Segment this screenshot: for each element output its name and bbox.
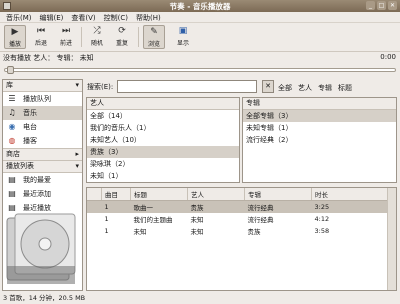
column-album[interactable]: 专辑 — [244, 188, 312, 201]
sidebar-item-music[interactable]: ♫ 音乐 — [3, 106, 82, 120]
column-title[interactable]: 标题 — [130, 188, 188, 201]
music-icon: ♫ — [8, 108, 16, 117]
album-row[interactable]: 全部专辑（3） — [243, 110, 396, 122]
sidebar-item-queue[interactable]: ☰ 播放队列 — [3, 92, 82, 106]
window-title: 节奏 - 音乐播放器 — [169, 2, 231, 11]
filter-all[interactable]: 全部 — [278, 83, 292, 93]
previous-button[interactable]: ⏮ 后退 — [30, 25, 52, 49]
playlist-icon: ▤ — [8, 175, 16, 184]
column-playing[interactable] — [87, 188, 102, 201]
now-playing-text: 没有播放 艺人： 专辑： 未知 — [3, 54, 94, 62]
collapse-icon: ▾ — [75, 162, 79, 170]
library-header[interactable]: 库 ▾ — [3, 80, 82, 92]
sidebar-item-podcast[interactable]: ◍ 播客 — [3, 134, 82, 148]
window-titlebar[interactable]: 节奏 - 音乐播放器 _ □ ✕ — [0, 0, 400, 12]
artist-row[interactable]: 未知（1） — [87, 170, 239, 182]
maximize-button[interactable]: □ — [377, 1, 386, 10]
clear-search-button[interactable]: ✕ — [262, 80, 274, 93]
sidebar-item-playlist[interactable]: ▤ 我的最爱 — [3, 173, 82, 187]
shuffle-button[interactable]: ⤮ 随机 — [86, 25, 108, 49]
filter-title[interactable]: 标题 — [338, 83, 352, 93]
search-input[interactable] — [117, 80, 257, 93]
artist-row[interactable]: 我们的音乐人（1） — [87, 122, 239, 134]
visualization-button[interactable]: ▣ 显示 — [172, 25, 194, 49]
track-list: 曲目 标题 艺人 专辑 时长 1 歌曲一 贵族 流行经典 3:25 1 我们的主… — [86, 187, 397, 291]
next-button[interactable]: ⏭ 前进 — [55, 25, 77, 49]
play-icon: ▶ — [11, 27, 19, 37]
table-row[interactable]: 1 未知 未知 贵族 3:58 — [87, 225, 396, 237]
seek-handle[interactable] — [7, 66, 14, 74]
album-header[interactable]: 专辑 — [243, 98, 396, 110]
radio-icon: ◉ — [8, 122, 16, 131]
repeat-icon: ⟳ — [118, 26, 126, 36]
collapse-icon: ▾ — [75, 81, 79, 89]
menu-music[interactable]: 音乐(M) — [2, 12, 36, 22]
status-bar: 3 首歌，14 分钟，20.5 MB — [0, 292, 400, 304]
browse-button[interactable]: ✎ 浏览 — [143, 25, 165, 49]
album-row[interactable]: 流行经典（2） — [243, 134, 396, 146]
column-track-number[interactable]: 曲目 — [101, 188, 131, 201]
artist-row[interactable]: 全部（14） — [87, 110, 239, 122]
filter-artist[interactable]: 艺人 — [298, 83, 312, 93]
podcast-icon: ◍ — [8, 136, 16, 145]
column-artist[interactable]: 艺人 — [187, 188, 245, 201]
elapsed-time: 0:00 — [380, 53, 396, 61]
artist-row[interactable]: 未知艺人（10） — [87, 134, 239, 146]
album-row[interactable]: 未知专辑（1） — [243, 122, 396, 134]
stores-section[interactable]: 商店 ▸ — [3, 148, 82, 161]
visualization-icon: ▣ — [178, 26, 188, 36]
menu-edit[interactable]: 编辑(E) — [36, 12, 68, 22]
artist-row[interactable]: 贵族（3） — [87, 146, 239, 158]
repeat-button[interactable]: ⟳ 重复 — [111, 25, 133, 49]
menu-help[interactable]: 帮助(H) — [132, 12, 165, 22]
search-filter-options: 全部 艺人 专辑 标题 — [278, 83, 352, 93]
track-list-scrollbar[interactable] — [387, 188, 396, 290]
menu-bar: 音乐(M) 编辑(E) 查看(V) 控制(C) 帮助(H) — [0, 12, 400, 23]
table-row[interactable]: 1 歌曲一 贵族 流行经典 3:25 — [87, 200, 396, 213]
play-button[interactable]: ▶ 播放 — [4, 25, 26, 49]
playlists-section[interactable]: 播放列表 ▾ — [3, 161, 82, 173]
artist-browser: 艺人 全部（14） 我们的音乐人（1） 未知艺人（10） 贵族（3） 梁咏琪（2… — [86, 97, 240, 183]
menu-control[interactable]: 控制(C) — [100, 12, 132, 22]
artist-header[interactable]: 艺人 — [87, 98, 239, 110]
previous-icon: ⏮ — [36, 26, 46, 36]
sidebar-item-playlist[interactable]: ▤ 最近添加 — [3, 187, 82, 201]
album-browser: 专辑 全部专辑（3） 未知专辑（1） 流行经典（2） — [242, 97, 397, 183]
sidebar-item-radio[interactable]: ◉ 电台 — [3, 120, 82, 134]
toolbar: ▶ 播放 ⏮ 后退 ⏭ 前进 ⤮ 随机 ⟳ 重复 ✎ 浏览 ▣ 显示 — [0, 23, 400, 52]
playlist-icon: ▤ — [8, 189, 16, 198]
browse-icon: ✎ — [150, 27, 158, 37]
column-time[interactable]: 时长 — [311, 188, 396, 201]
filter-album[interactable]: 专辑 — [318, 83, 332, 93]
queue-icon: ☰ — [8, 94, 16, 103]
expand-icon: ▸ — [75, 150, 79, 158]
minimize-button[interactable]: _ — [366, 1, 375, 10]
album-cover-icon — [6, 213, 76, 284]
next-icon: ⏭ — [61, 26, 71, 36]
artist-row[interactable]: 梁咏琪（2） — [87, 158, 239, 170]
menu-view[interactable]: 查看(V) — [67, 12, 99, 22]
shuffle-icon: ⤮ — [93, 26, 101, 36]
table-row[interactable]: 1 我们的主题曲 未知 流行经典 4:12 — [87, 213, 396, 225]
search-label: 搜索(E): — [87, 83, 114, 91]
clear-icon: ✕ — [265, 82, 271, 90]
close-button[interactable]: ✕ — [388, 1, 397, 10]
seek-bar[interactable] — [4, 66, 396, 74]
